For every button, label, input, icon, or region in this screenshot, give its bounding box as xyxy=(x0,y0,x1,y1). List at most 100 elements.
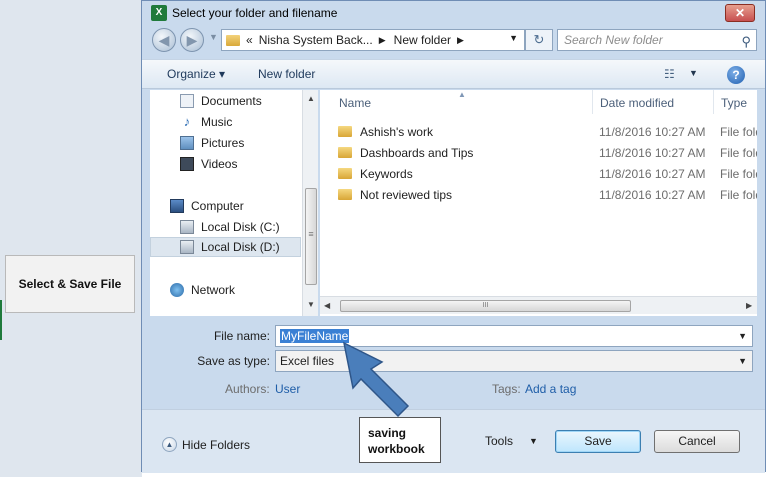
hide-folders-button[interactable]: ▲ Hide Folders xyxy=(162,437,250,452)
file-date: 11/8/2016 10:27 AM xyxy=(599,167,706,181)
nav-item-computer[interactable]: Computer xyxy=(170,196,244,216)
nav-item-label: Network xyxy=(191,283,236,297)
nav-item-videos[interactable]: Videos xyxy=(180,154,237,174)
documents-icon xyxy=(180,94,194,108)
scroll-right-icon[interactable]: ▶ xyxy=(746,301,752,310)
hide-folders-label: Hide Folders xyxy=(182,437,251,452)
views-icon[interactable]: ☷ xyxy=(664,67,675,81)
videos-icon xyxy=(180,157,194,171)
nav-item-pictures[interactable]: Pictures xyxy=(180,133,244,153)
pictures-icon xyxy=(180,136,194,150)
tools-button[interactable]: Tools xyxy=(485,434,513,448)
file-type: File folder xyxy=(720,188,757,202)
file-type: File folder xyxy=(720,146,757,160)
column-header-name[interactable]: Name xyxy=(339,96,371,110)
disk-icon xyxy=(180,240,194,254)
nav-item-local-disk-c[interactable]: Local Disk (C:) xyxy=(180,217,280,237)
nav-item-local-disk-d[interactable]: Local Disk (D:) xyxy=(150,237,301,257)
dialog-title: Select your folder and filename xyxy=(172,6,338,20)
tools-dropdown-icon[interactable]: ▼ xyxy=(529,436,538,446)
file-date: 11/8/2016 10:27 AM xyxy=(599,188,706,202)
save-form: File name: MyFileName ▼ Save as type: Ex… xyxy=(142,317,765,407)
save-button[interactable]: Save xyxy=(555,430,641,453)
scroll-up-icon[interactable]: ▲ xyxy=(307,94,315,103)
forward-button[interactable]: ▶ xyxy=(180,28,204,52)
folder-icon xyxy=(338,168,352,179)
navigation-row: ◀ ▶ ▼ « Nisha System Back... ▶ New folde… xyxy=(142,28,765,54)
organize-button[interactable]: Organize ▾ xyxy=(167,67,225,81)
cancel-button[interactable]: Cancel xyxy=(654,430,740,453)
address-overflow[interactable]: « xyxy=(246,33,253,47)
filename-dropdown-icon[interactable]: ▼ xyxy=(738,326,747,346)
close-button[interactable]: ✕ xyxy=(725,4,755,22)
nav-item-label: Music xyxy=(201,115,233,129)
breadcrumb-arrow-icon[interactable]: ▶ xyxy=(379,35,386,46)
file-row[interactable]: Ashish's work 11/8/2016 10:27 AM File fo… xyxy=(320,121,757,142)
nav-item-label: Videos xyxy=(201,157,238,171)
refresh-button[interactable]: ↻ xyxy=(525,29,553,51)
file-row[interactable]: Not reviewed tips 11/8/2016 10:27 AM Fil… xyxy=(320,184,757,205)
file-name: Not reviewed tips xyxy=(360,188,453,202)
nav-item-network[interactable]: Network xyxy=(170,280,235,300)
computer-icon xyxy=(170,199,184,213)
grip-icon: III xyxy=(482,302,489,309)
address-bar[interactable]: « Nisha System Back... ▶ New folder ▶ ▼ xyxy=(221,29,525,51)
savetype-value: Excel files xyxy=(280,354,335,368)
breadcrumb-segment-2[interactable]: New folder xyxy=(394,33,451,47)
file-row[interactable]: Dashboards and Tips 11/8/2016 10:27 AM F… xyxy=(320,142,757,163)
nav-item-label: Documents xyxy=(201,94,262,108)
authors-label: Authors: xyxy=(225,382,270,396)
file-type: File folder xyxy=(720,167,757,181)
collapse-icon: ▲ xyxy=(162,437,177,452)
nav-item-label: Pictures xyxy=(201,136,245,150)
search-input[interactable]: Search New folder ⚲ xyxy=(557,29,757,51)
new-folder-button[interactable]: New folder xyxy=(258,67,315,81)
nav-scrollbar[interactable]: ▲ ≡ ▼ xyxy=(302,90,318,316)
nav-item-label: Computer xyxy=(191,199,244,213)
breadcrumb-arrow-icon[interactable]: ▶ xyxy=(457,35,464,46)
back-button[interactable]: ◀ xyxy=(152,28,176,52)
column-divider[interactable] xyxy=(713,90,714,114)
file-name: Keywords xyxy=(360,167,413,181)
callout-line-1: saving xyxy=(368,426,407,440)
savetype-dropdown-icon[interactable]: ▼ xyxy=(738,351,747,371)
file-date: 11/8/2016 10:27 AM xyxy=(599,125,706,139)
folder-icon xyxy=(338,126,352,137)
network-icon xyxy=(170,283,184,297)
dialog-titlebar: X Select your folder and filename ✕ xyxy=(142,1,765,25)
callout-line-2: workbook xyxy=(368,442,425,456)
save-dialog: X Select your folder and filename ✕ ◀ ▶ … xyxy=(141,0,766,473)
views-dropdown-icon[interactable]: ▼ xyxy=(689,68,698,78)
scroll-left-icon[interactable]: ◀ xyxy=(324,301,330,310)
column-header-type[interactable]: Type xyxy=(721,96,747,110)
spreadsheet-background xyxy=(0,0,142,477)
command-toolbar: Organize ▾ New folder ☷ ▼ ? xyxy=(142,59,765,89)
file-name: Ashish's work xyxy=(360,125,433,139)
column-divider[interactable] xyxy=(592,90,593,114)
savetype-label: Save as type: xyxy=(197,354,270,368)
file-hscrollbar[interactable]: ◀ III ▶ xyxy=(320,296,757,314)
select-save-file-button[interactable]: Select & Save File xyxy=(5,255,135,313)
file-hscroll-thumb[interactable]: III xyxy=(340,300,631,312)
column-header-date[interactable]: Date modified xyxy=(600,96,674,110)
search-icon[interactable]: ⚲ xyxy=(741,32,751,52)
recent-locations-dropdown[interactable]: ▼ xyxy=(209,32,218,42)
tags-value[interactable]: Add a tag xyxy=(525,382,576,396)
folder-icon xyxy=(338,147,352,158)
nav-item-documents[interactable]: Documents xyxy=(180,91,262,111)
file-row[interactable]: Keywords 11/8/2016 10:27 AM File folder xyxy=(320,163,757,184)
disk-icon xyxy=(180,220,194,234)
nav-item-music[interactable]: ♪ Music xyxy=(180,112,233,132)
file-date: 11/8/2016 10:27 AM xyxy=(599,146,706,160)
callout-arrow-shape xyxy=(342,341,410,418)
file-name: Dashboards and Tips xyxy=(360,146,474,160)
scroll-down-icon[interactable]: ▼ xyxy=(307,300,315,309)
sheet-column-marker xyxy=(0,300,2,340)
nav-scroll-thumb[interactable]: ≡ xyxy=(305,188,317,285)
authors-value[interactable]: User xyxy=(275,382,300,396)
breadcrumb-segment-1[interactable]: Nisha System Back... xyxy=(259,33,373,47)
address-dropdown-icon[interactable]: ▼ xyxy=(509,33,518,43)
excel-icon: X xyxy=(151,5,167,21)
help-icon[interactable]: ? xyxy=(727,66,745,84)
sort-ascending-icon: ▲ xyxy=(458,90,466,99)
